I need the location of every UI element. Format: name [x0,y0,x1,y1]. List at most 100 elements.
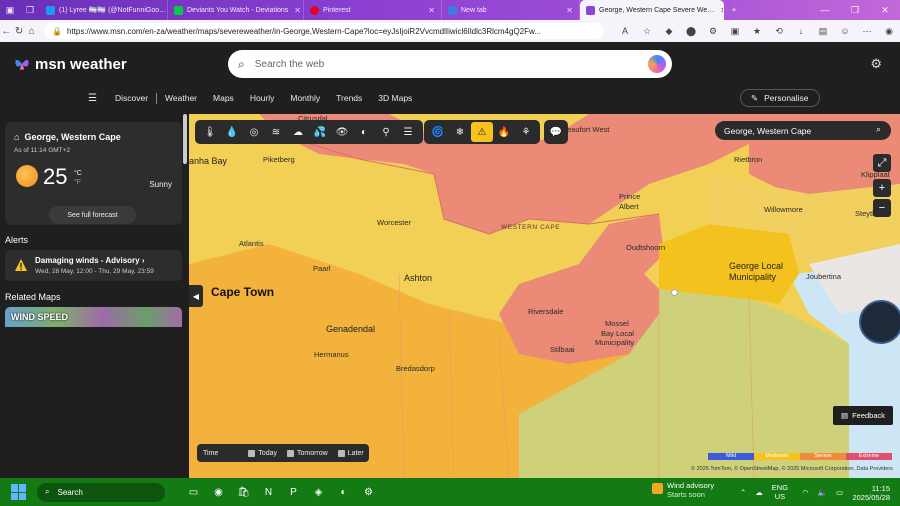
nav-weather[interactable]: Weather [157,93,205,103]
msn-logo[interactable]: msn weather [14,56,127,73]
severe-weather-layer-icon[interactable]: ⚠ [471,122,493,142]
tomorrow-checkbox[interactable]: Tomorrow [286,449,328,457]
steam-icon[interactable]: ⚙ [356,482,381,502]
taskbar-search[interactable]: ⌕ Search [37,482,165,502]
dew-point-layer-icon[interactable]: ⚲ [375,122,397,142]
nav-discover[interactable]: Discover [107,93,156,103]
nav-maps[interactable]: Maps [205,93,242,103]
unit-toggle[interactable]: °C °F [74,169,82,187]
extension-icon[interactable]: ⚙ [702,26,724,37]
compass-control[interactable] [859,300,900,344]
new-tab-plus-icon[interactable]: + [724,0,744,20]
maximize-icon[interactable]: ❐ [840,5,870,16]
winter-layer-icon[interactable]: ❄ [449,122,471,142]
humidity-layer-icon[interactable]: 💦 [309,122,331,142]
download-icon[interactable]: ↓ [790,26,812,37]
extension-icon[interactable]: ▣ [724,26,746,37]
weather-widget[interactable]: Wind advisory Starts soon [652,481,714,499]
url-field[interactable]: 🔒 https://www.msn.com/en-za/weather/maps… [44,23,605,39]
close-tab-icon[interactable]: ✕ [714,6,723,15]
battery-icon[interactable]: ▭ [836,488,843,497]
close-tab-icon[interactable]: ✕ [560,6,573,15]
profile-icon[interactable]: ☺ [834,26,856,37]
url-text: https://www.msn.com/en-za/weather/maps/s… [66,26,542,36]
store-icon[interactable]: 🛍 [231,482,256,502]
task-view-icon[interactable]: ▭ [181,482,206,502]
tab-actions-icon[interactable]: ❐ [20,0,40,20]
copilot-icon[interactable] [648,55,666,73]
windows-start-icon[interactable] [11,484,27,500]
unit-celsius[interactable]: °C [74,169,82,178]
browser-tab[interactable]: (1) Lyree 🏳️‍⚧️🏳️‍⚧️ (@NotFunniGoo… ✕ [40,0,168,20]
copilot-icon[interactable]: ◉ [878,26,900,37]
alert-card[interactable]: Damaging winds - Advisory › Wed, 28 May,… [5,250,182,281]
favorite-star-icon[interactable]: ☆ [636,26,658,37]
collapse-panel-button[interactable]: ◀ [189,285,203,307]
close-tab-icon[interactable]: ✕ [422,6,435,15]
location-pin[interactable] [671,289,678,296]
air-quality-layer-icon[interactable]: ☰ [397,122,419,142]
web-search-box[interactable]: ⌕ Search the web [228,50,672,78]
pressure-layer-icon[interactable]: ◐ [353,122,375,142]
wind-layer-icon[interactable]: ≋ [265,122,287,142]
close-tab-icon[interactable]: ✕ [288,6,301,15]
nav-hourly[interactable]: Hourly [242,93,283,103]
precipitation-layer-icon[interactable]: 💧 [221,122,243,142]
language-indicator[interactable]: ENG US [772,483,788,501]
browser-tab[interactable]: Deviants You Watch - Deviations ✕ [168,0,304,20]
lang-code: ENG [771,483,789,492]
personalise-button[interactable]: ✎ Personalise [740,89,820,107]
extension-icon[interactable]: ◆ [658,26,680,37]
edge-icon[interactable]: ◐ [331,482,356,502]
browser-tab-active[interactable]: George, Western Cape Severe We… ✕ [580,0,724,20]
system-clock[interactable]: 11:15 2025/05/28 [852,484,890,502]
feedback-button[interactable]: ▤ Feedback [833,406,893,425]
copilot-app-icon[interactable]: ◉ [206,482,231,502]
temperature-layer-icon[interactable]: 🌡 [199,122,221,142]
current-weather-card[interactable]: ⌂ George, Western Cape As of 11:14 GMT+2… [5,122,182,225]
wind-speed-map-thumbnail[interactable]: WIND SPEED [5,307,182,327]
search-icon: ⌕ [238,56,245,71]
map-location-search[interactable]: George, Western Cape ⌕ [715,121,891,140]
wind-alert-icon [652,483,663,494]
cloud-layer-icon[interactable]: ☁ [287,122,309,142]
wifi-icon[interactable]: ◠ [802,488,809,497]
read-aloud-icon[interactable]: A [614,26,636,37]
nav-3d-maps[interactable]: 3D Maps [370,93,420,103]
back-icon[interactable]: ← [0,26,13,37]
volume-icon[interactable]: 🔈 [818,488,827,497]
history-icon[interactable]: ⟲ [768,26,790,37]
more-icon[interactable]: ⋯ [856,26,878,37]
today-checkbox[interactable]: Today [248,449,277,457]
home-icon[interactable]: ⌂ [25,26,38,37]
pollen-layer-icon[interactable]: ⚘ [515,122,537,142]
hurricane-layer-icon[interactable]: 🌀 [427,122,449,142]
hamburger-menu-icon[interactable]: ☰ [88,93,97,104]
later-checkbox[interactable]: Later [337,449,364,457]
unit-fahrenheit[interactable]: °F [74,178,82,187]
nav-trends[interactable]: Trends [328,93,370,103]
refresh-icon[interactable]: ↻ [13,26,26,37]
close-window-icon[interactable]: ✕ [870,5,900,16]
wildfire-layer-icon[interactable]: 🔥 [493,122,515,142]
workspaces-icon[interactable]: ▣ [0,0,20,20]
minimize-icon[interactable]: — [810,5,840,16]
extension-icon[interactable]: ⬤ [680,26,702,37]
panel-scrollbar[interactable] [183,114,187,164]
browser-tab[interactable]: Pinterest ✕ [304,0,442,20]
nav-monthly[interactable]: Monthly [282,93,328,103]
full-forecast-button[interactable]: See full forecast [49,206,136,224]
zoom-in-button[interactable]: + [873,179,891,197]
favorites-icon[interactable]: ★ [746,26,768,37]
chevron-up-icon[interactable]: ⌃ [740,488,746,497]
powerpoint-icon[interactable]: P [281,482,306,502]
collections-icon[interactable]: ▤ [812,26,834,37]
onenote-icon[interactable]: N [256,482,281,502]
discord-icon[interactable]: ◈ [306,482,331,502]
visibility-layer-icon[interactable]: 👁 [331,122,353,142]
radar-layer-icon[interactable]: ◎ [243,122,265,142]
browser-tab[interactable]: New tab ✕ [442,0,580,20]
settings-gear-icon[interactable]: ⚙ [870,56,882,72]
severe-weather-map[interactable]: 🌡 💧 ◎ ≋ ☁ 💦 👁 ◐ ⚲ ☰ 🌀 ❄ ⚠ 🔥 ⚘ 💬 George, … [189,114,900,478]
onedrive-icon[interactable]: ☁ [755,488,763,497]
